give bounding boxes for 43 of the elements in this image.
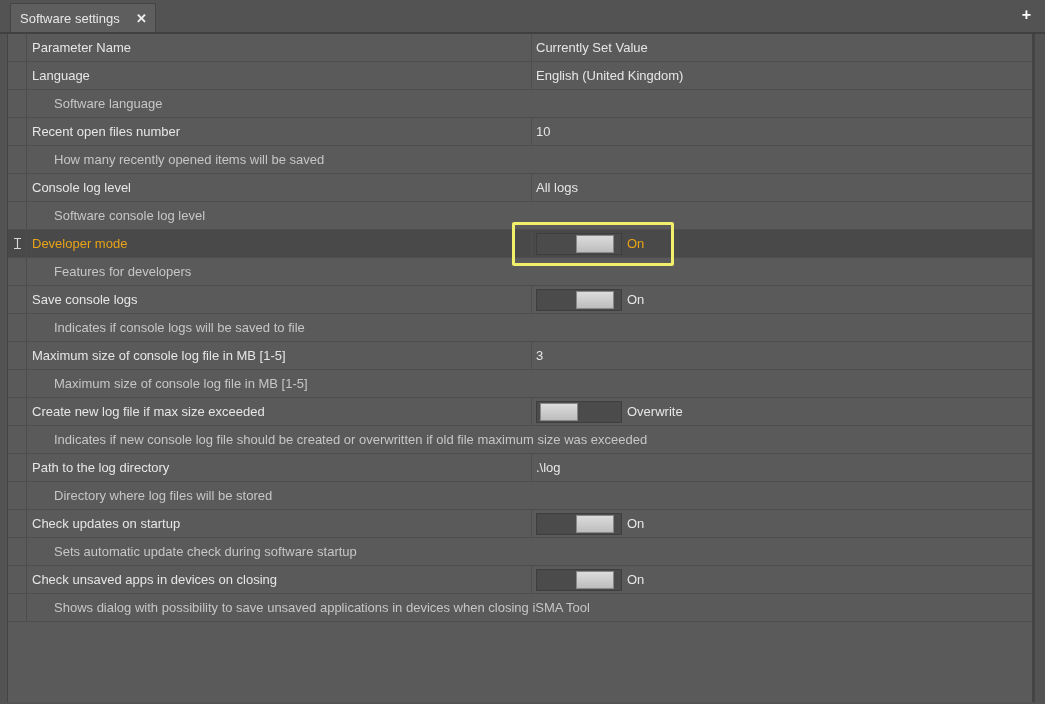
column-header: Currently Set Value — [531, 34, 1032, 62]
toggle-value: On — [627, 236, 645, 251]
parameter-value[interactable]: 3 — [536, 348, 544, 363]
parameter-description: Indicates if new console log file should be created or overwritten if old file maximum size was exceeded — [54, 432, 648, 447]
toggle-switch[interactable] — [536, 568, 622, 591]
row-header[interactable] — [8, 230, 27, 258]
parameter-description: Features for developers — [54, 264, 192, 279]
parameter-description: Indicates if console logs will be saved to file — [54, 320, 305, 335]
parameter-name: Save console logs — [32, 292, 138, 307]
close-icon[interactable]: ✕ — [135, 10, 147, 26]
add-tab-button[interactable]: + — [1021, 6, 1031, 24]
toggle-switch[interactable] — [536, 232, 622, 255]
tab[interactable]: Software settings ✕ — [10, 3, 156, 32]
toggle-switch[interactable] — [536, 400, 622, 423]
parameter-name: Developer mode — [32, 236, 128, 251]
column-header: Parameter Name — [27, 34, 531, 62]
parameter-description: Software console log level — [54, 208, 206, 223]
toggle-value: On — [627, 516, 645, 531]
parameter-name: Path to the log directory — [32, 460, 170, 475]
parameter-name: Maximum size of console log file in MB [1-5] — [32, 348, 286, 363]
parameter-name: Recent open files number — [32, 124, 181, 139]
parameter-name: Language — [32, 68, 90, 83]
parameter-description: Maximum size of console log file in MB [1-5] — [54, 376, 308, 391]
parameter-value[interactable]: 10 — [536, 124, 551, 139]
toggle-value: Overwrite — [627, 404, 683, 419]
parameter-value[interactable]: .\log — [536, 460, 561, 475]
parameter-description: How many recently opened items will be saved — [54, 152, 325, 167]
parameter-name: Console log level — [32, 180, 131, 195]
toggle-switch[interactable] — [536, 512, 622, 535]
parameter-name: Check updates on startup — [32, 516, 181, 531]
parameter-name: Create new log file if max size exceeded — [32, 404, 265, 419]
parameter-value[interactable]: English (United Kingdom) — [536, 68, 684, 83]
parameter-description: Software language — [54, 96, 163, 111]
parameter-description: Shows dialog with possibility to save unsaved applications in devices when closing iSMA Tool — [54, 600, 590, 615]
text-cursor-icon — [13, 238, 21, 249]
parameter-description: Directory where log files will be stored — [54, 488, 273, 503]
parameter-description: Sets automatic update check during software startup — [54, 544, 357, 559]
parameter-value[interactable]: All logs — [536, 180, 578, 195]
toggle-switch[interactable] — [536, 288, 622, 311]
toggle-value: On — [627, 572, 645, 587]
tab-label: Software settings — [20, 10, 120, 26]
toggle-value: On — [627, 292, 645, 307]
parameter-name: Check unsaved apps in devices on closing — [32, 572, 277, 587]
